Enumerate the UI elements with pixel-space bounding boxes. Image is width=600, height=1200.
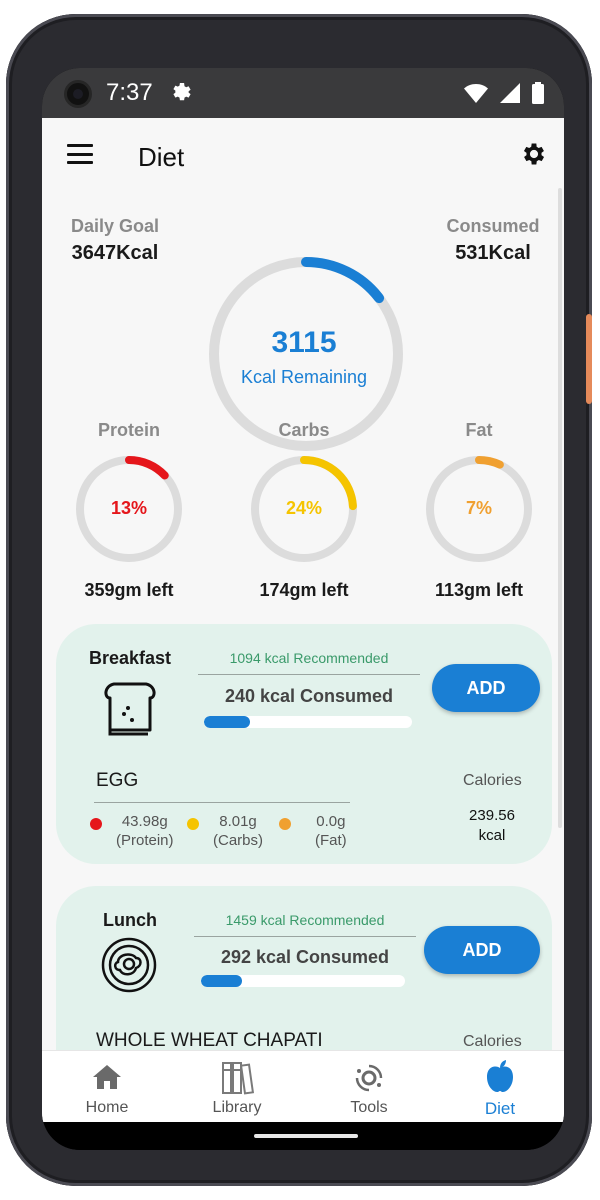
- macro-left: 359gm left: [84, 580, 174, 600]
- status-bar: 7:37: [42, 68, 564, 118]
- meal-progress-bar: [201, 975, 405, 987]
- meal-name: Lunch: [103, 910, 157, 930]
- macro-name: Fat: [465, 420, 493, 440]
- nav-label: Diet: [484, 1099, 516, 1118]
- nav-label: Tools: [350, 1099, 388, 1116]
- tools-icon: [355, 1064, 383, 1092]
- meal-progress-bar: [204, 716, 412, 728]
- macro-percent: 7%: [465, 498, 492, 518]
- wifi-icon: [464, 84, 488, 103]
- scrollbar[interactable]: [558, 188, 562, 828]
- fat-dot: [279, 818, 291, 830]
- consumed-label: Consumed: [446, 216, 540, 236]
- app-bar: Diet: [42, 118, 564, 194]
- consumed-kcal: 292 kcal Consumed: [220, 947, 390, 967]
- nav-label: Library: [212, 1099, 262, 1116]
- recommended-kcal: 1094 kcal Recommended: [229, 650, 389, 666]
- add-breakfast-button[interactable]: ADD: [432, 664, 540, 712]
- macro-name: Protein: [97, 420, 160, 440]
- nav-tools[interactable]: Tools: [304, 1051, 434, 1122]
- food-name: WHOLE WHEAT CHAPATI: [96, 1030, 323, 1051]
- kcal-remaining-label: Kcal Remaining: [240, 367, 368, 387]
- add-lunch-button[interactable]: ADD: [424, 926, 540, 974]
- fat-value: 0.0g: [316, 813, 346, 830]
- divider: [94, 802, 350, 803]
- diet-screen: Diet Daily Goal 3647Kcal Consumed 531Kca…: [42, 118, 564, 1122]
- macro-left: 174gm left: [259, 580, 349, 600]
- protein-label: (Protein): [116, 832, 174, 849]
- apple-icon: [487, 1060, 513, 1092]
- consumed-value: 531Kcal: [455, 242, 531, 264]
- settings-gear-icon[interactable]: [520, 140, 548, 173]
- nav-library[interactable]: Library: [172, 1051, 302, 1122]
- nutrient-protein: 43.98g (Protein): [90, 812, 174, 850]
- calories-number: 239.56: [469, 807, 515, 824]
- gesture-area: [42, 1122, 564, 1150]
- calories-unit: kcal: [478, 827, 506, 844]
- protein-value: 43.98g: [121, 813, 168, 830]
- nutrient-carbs: 8.01g (Carbs): [187, 812, 263, 850]
- divider: [198, 674, 420, 675]
- front-camera: [64, 80, 92, 108]
- daily-goal-value: 3647Kcal: [71, 242, 159, 264]
- consumed-kcal: 240 kcal Consumed: [224, 686, 394, 706]
- carbs-value: 8.01g: [219, 813, 257, 830]
- menu-icon[interactable]: [67, 144, 93, 164]
- signal-icon: [500, 83, 520, 103]
- nav-home[interactable]: Home: [42, 1051, 172, 1122]
- divider: [194, 936, 416, 937]
- nutrient-fat: 0.0g (Fat): [279, 812, 347, 850]
- meal-progress-fill: [201, 975, 242, 987]
- macro-name: Carbs: [278, 420, 330, 440]
- system-icons: [464, 82, 544, 104]
- home-icon: [93, 1065, 121, 1089]
- phone-frame: 7:37 Diet Daily Goal 3647Kcal Consumed 5…: [6, 14, 592, 1186]
- food-name: EGG: [96, 770, 139, 791]
- protein-dot: [90, 818, 102, 830]
- calories-label: Calories: [463, 1033, 522, 1050]
- fat-label: (Fat): [315, 832, 347, 849]
- carbs-label: (Carbs): [213, 832, 264, 849]
- daily-goal-label: Daily Goal: [70, 216, 160, 236]
- side-button: [586, 314, 592, 404]
- status-time: 7:37: [106, 79, 153, 106]
- macro-percent: 24%: [285, 498, 323, 518]
- bottom-navigation: Home Library Tools Diet: [42, 1050, 564, 1122]
- carbs-dot: [187, 818, 199, 830]
- toast-icon: [102, 678, 158, 741]
- meal-name: Breakfast: [89, 648, 172, 668]
- calories-value: 239.56 kcal: [452, 806, 532, 846]
- gesture-handle[interactable]: [254, 1134, 358, 1138]
- kcal-remaining-value: 3115: [271, 326, 337, 359]
- meal-progress-fill: [204, 716, 250, 728]
- battery-icon: [532, 82, 544, 104]
- nav-label: Home: [85, 1099, 129, 1116]
- library-icon: [222, 1062, 254, 1095]
- macro-left: 113gm left: [434, 580, 524, 600]
- recommended-kcal: 1459 kcal Recommended: [225, 912, 385, 928]
- macro-percent: 13%: [110, 498, 148, 518]
- nav-diet[interactable]: Diet: [435, 1051, 564, 1122]
- page-title: Diet: [138, 142, 185, 172]
- screen: 7:37 Diet Daily Goal 3647Kcal Consumed 5…: [42, 68, 564, 1150]
- calories-label: Calories: [463, 772, 522, 789]
- status-gear-icon: [170, 80, 194, 109]
- meal-card-breakfast: Breakfast 1094 kcal Recommended 240 kcal…: [56, 624, 552, 864]
- plate-icon: [100, 936, 158, 999]
